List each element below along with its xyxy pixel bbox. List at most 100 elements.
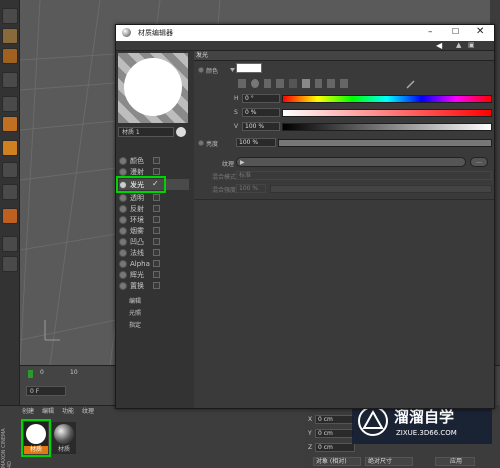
channel-glow[interactable]: 辉光 (119, 269, 189, 280)
blend-strength-label: 混合强度 (212, 187, 237, 194)
maximize-button[interactable]: ☐ (452, 27, 459, 36)
menu-item-illumination[interactable]: 光照 (129, 308, 141, 317)
channel-transparency[interactable]: 透明 (119, 192, 189, 203)
channel-checkbox[interactable] (153, 282, 160, 289)
material-preview[interactable] (118, 53, 188, 123)
current-frame-field[interactable]: 0 F (26, 386, 66, 396)
channel-environment[interactable]: 环境 (119, 214, 189, 225)
material-name-field[interactable]: 材质 1 (118, 127, 174, 137)
blend-strength-slider[interactable] (270, 185, 492, 193)
blend-mode-dropdown[interactable]: 标准 (236, 171, 492, 180)
material-picker-icon[interactable] (176, 127, 186, 137)
channel-checkbox[interactable] (153, 271, 160, 278)
channel-list-panel: 材质 1 颜色 漫射 发光 ✓ 透明 反射 环境 烟雾 凹凸 法线 Alpha 辉… (116, 51, 194, 408)
cube-orange-icon[interactable] (2, 116, 18, 132)
channel-checkbox[interactable] (153, 205, 160, 212)
channel-displacement[interactable]: 置换 (119, 280, 189, 291)
texture-browse-button[interactable]: … (470, 157, 488, 167)
v-label: V (234, 123, 239, 130)
luminance-highlight (116, 176, 166, 193)
checker-icon[interactable] (2, 28, 18, 44)
rgb-mode-icon[interactable] (340, 79, 349, 88)
channel-checkbox[interactable] (153, 227, 160, 234)
texture-slot[interactable]: ▶ (236, 157, 466, 167)
tab-create[interactable]: 创建 (22, 406, 34, 415)
lock-icon[interactable]: ▣ (468, 41, 475, 49)
cube-icon[interactable] (2, 8, 18, 24)
wheel-icon[interactable] (250, 79, 259, 88)
x-field[interactable]: 0 cm (315, 415, 355, 424)
divider (194, 199, 494, 200)
kelvin-icon[interactable] (289, 79, 297, 88)
color-mode-toolbar (238, 79, 349, 89)
texture-icon[interactable] (2, 48, 18, 64)
lock-icon[interactable] (2, 256, 18, 272)
value-slider[interactable] (282, 123, 492, 131)
minimize-button[interactable]: – (428, 27, 433, 37)
tab-function[interactable]: 功能 (62, 406, 74, 415)
spectrum-icon[interactable] (263, 79, 272, 88)
z-field[interactable]: 0 cm (315, 443, 355, 452)
preview-sphere (124, 58, 182, 116)
saturation-slider[interactable] (282, 109, 492, 117)
tab-edit[interactable]: 编辑 (42, 406, 54, 415)
h-label: H (234, 95, 239, 102)
channel-checkbox[interactable] (153, 168, 160, 175)
magnet-icon[interactable] (2, 208, 18, 224)
tab-texture[interactable]: 纹理 (82, 406, 94, 415)
rgb-icon[interactable] (238, 79, 246, 88)
color-swatch[interactable] (236, 63, 262, 73)
playhead[interactable] (28, 370, 33, 378)
back-arrow-icon[interactable]: ◀ (436, 41, 442, 50)
edit-icon[interactable] (2, 162, 18, 178)
channel-checkbox[interactable] (153, 194, 160, 201)
blend-strength-field[interactable]: 100 % (236, 184, 266, 193)
material-2-thumbnail[interactable]: 材质 (52, 422, 76, 454)
object-mode-dropdown[interactable]: 对象 (相对) (313, 457, 361, 466)
channel-checkbox[interactable] (153, 157, 160, 164)
channel-checkbox[interactable] (153, 260, 160, 267)
dialog-title: 材质编辑器 (138, 29, 173, 37)
cube-icon[interactable] (2, 96, 18, 112)
channel-checkbox[interactable] (153, 249, 160, 256)
image-icon[interactable] (276, 79, 285, 88)
up-arrow-icon[interactable]: ▲ (456, 41, 461, 49)
brightness-field[interactable]: 100 % (236, 138, 276, 147)
texture-arrow-icon[interactable]: ▶ (240, 159, 245, 166)
channel-alpha[interactable]: Alpha (119, 258, 189, 269)
cube-icon[interactable] (2, 72, 18, 88)
menu-item-editor[interactable]: 编辑 (129, 296, 141, 305)
menu-item-assign[interactable]: 指定 (129, 320, 141, 329)
brightness-slider[interactable] (278, 139, 492, 147)
axis-icon[interactable] (2, 140, 18, 156)
channel-reflectance[interactable]: 反射 (119, 203, 189, 214)
channel-checkbox[interactable] (153, 216, 160, 223)
title-bar: 材质编辑器 – ☐ ✕ (116, 25, 494, 41)
channel-fog[interactable]: 烟雾 (119, 225, 189, 236)
hsv-icon[interactable] (301, 79, 310, 88)
expand-arrow-icon[interactable] (230, 68, 235, 73)
radio-icon (119, 270, 127, 279)
radio-icon (119, 226, 127, 235)
eyedropper-icon[interactable] (406, 80, 415, 89)
y-field[interactable]: 0 cm (315, 429, 355, 438)
hue-slider[interactable] (282, 95, 492, 103)
snap-icon[interactable] (2, 184, 18, 200)
channel-normal[interactable]: 法线 (119, 247, 189, 258)
material-editor-dialog: 材质编辑器 – ☐ ✕ ◀ ▲ ▣ 材质 1 颜色 漫射 发光 ✓ 透明 反射 环… (115, 24, 495, 409)
radio-icon (119, 281, 127, 290)
apply-button[interactable]: 应用 (435, 457, 475, 466)
close-button[interactable]: ✕ (476, 26, 484, 37)
size-mode-dropdown[interactable]: 绝对尺寸 (365, 457, 413, 466)
z-label: Z (308, 444, 313, 451)
channel-bump[interactable]: 凹凸 (119, 236, 189, 247)
s-field[interactable]: 0 % (242, 108, 280, 117)
grid-icon[interactable] (2, 236, 18, 252)
channel-color[interactable]: 颜色 (119, 155, 189, 166)
v-field[interactable]: 100 % (242, 122, 280, 131)
swatches-icon[interactable] (327, 79, 336, 88)
mixer-icon[interactable] (314, 79, 323, 88)
brightness-label: 亮度 (206, 141, 219, 148)
h-field[interactable]: 0 ° (242, 94, 280, 103)
channel-checkbox[interactable] (153, 238, 160, 245)
